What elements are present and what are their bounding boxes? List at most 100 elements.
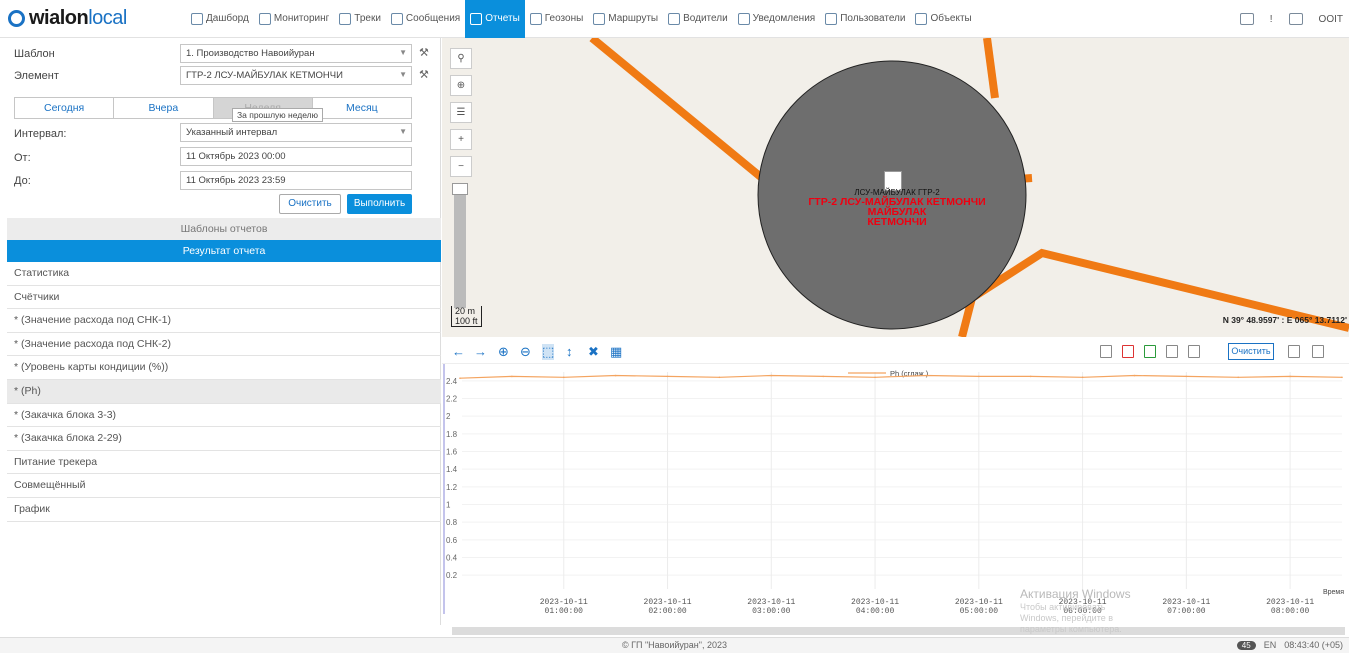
template-wrench-icon[interactable]: ⚒ (419, 46, 429, 59)
user-icon[interactable] (1288, 13, 1303, 25)
map-toggle-icon[interactable] (1288, 345, 1300, 358)
to-label: До: (14, 175, 31, 187)
data-point (614, 374, 617, 377)
nav-item-0[interactable]: Дашборд (186, 0, 254, 38)
nav-item-label: Треки (354, 13, 381, 24)
result-item[interactable]: График (7, 498, 441, 522)
chart-scrollbar[interactable] (452, 627, 1345, 635)
result-item[interactable]: * (Ph) (7, 379, 441, 404)
logo-text-wialon: wialon (29, 7, 89, 29)
report-result-section[interactable]: Результат отчета (7, 240, 441, 262)
map-location-icon[interactable]: ⊕ (450, 75, 472, 96)
from-date-input[interactable]: 11 Октябрь 2023 00:00 (180, 147, 412, 166)
result-item[interactable]: Статистика (7, 262, 441, 286)
result-item[interactable]: Счётчики (7, 286, 441, 310)
nav-item-label: Объекты (930, 13, 972, 24)
zoom-in-icon[interactable]: ⊕ (498, 344, 509, 360)
x-tick-date: 2023-10-11 (1266, 598, 1314, 607)
x-tick-date: 2023-10-11 (540, 598, 588, 607)
zoom-slider-handle[interactable] (452, 183, 468, 195)
nav-item-label: Геозоны (544, 13, 584, 24)
element-select[interactable]: ГТР-2 ЛСУ-МАЙБУЛАК КЕТМОНЧИ ▼ (180, 66, 412, 85)
result-item[interactable]: * (Значение расхода под СНК-1) (7, 309, 441, 333)
nav-item-6[interactable]: Маршруты (588, 0, 663, 38)
chart-clear-button[interactable]: Очистить (1228, 343, 1274, 360)
user-name[interactable]: OOIT (1319, 14, 1343, 25)
reports-panel: Шаблон 1. Производство Навоийуран ▼ ⚒ Эле… (0, 38, 441, 625)
x-tick-date: 2023-10-11 (1162, 598, 1210, 607)
map-view[interactable]: ЛСУ-МАЙБУЛАК ГТР-2 ГТР-2 ЛСУ-МАЙБУЛАК КЕ… (442, 38, 1349, 337)
unit-label: ЛСУ-МАЙБУЛАК ГТР-2 ГТР-2 ЛСУ-МАЙБУЛАК КЕ… (802, 188, 992, 227)
zoom-in-button[interactable]: + (450, 129, 472, 150)
period-tab-1[interactable]: Вчера (114, 98, 214, 118)
alert-icon[interactable]: ! (1270, 14, 1273, 25)
events-badge[interactable]: 45 (1236, 640, 1256, 650)
period-tab-0[interactable]: Сегодня (15, 98, 115, 118)
result-item[interactable]: Питание трекера (7, 451, 441, 475)
windows-activation-text: Чтобы активировать Windows, перейдите в … (1020, 602, 1122, 634)
fit-icon[interactable]: ✖ (588, 344, 599, 360)
arrow-right-icon[interactable]: → (474, 344, 487, 359)
x-tick-time: 01:00:00 (545, 607, 584, 616)
windows-activation-title: Активация Windows (1020, 587, 1131, 601)
print-icon[interactable] (1188, 345, 1200, 358)
chart-svg: 2.4 2.2 2 1.8 1.6 1.4 1.2 1 0.8 0.6 0.4 0.2 2023-10-… (443, 364, 1344, 616)
file-export-icon[interactable] (1166, 345, 1178, 358)
dashboard-icon (191, 12, 203, 25)
y-tick-label: 1.6 (446, 448, 458, 457)
geozones-icon (529, 12, 542, 25)
nav-item-3[interactable]: Сообщения (386, 0, 465, 38)
result-item[interactable]: * (Значение расхода под СНК-2) (7, 333, 441, 357)
nav-item-7[interactable]: Водители (663, 0, 733, 38)
result-item[interactable]: * (Закачка блока 3-3) (7, 404, 441, 428)
zoom-out-icon[interactable]: ⊖ (520, 344, 531, 360)
period-tab-3[interactable]: Месяц (313, 98, 411, 118)
data-point (822, 375, 824, 378)
language-selector[interactable]: EN (1264, 640, 1277, 650)
zoom-out-button[interactable]: − (450, 156, 472, 177)
zoom-slider[interactable] (452, 183, 468, 308)
x-axis-label: Время (1323, 589, 1344, 596)
drivers-icon (668, 12, 681, 25)
nav-item-10[interactable]: Объекты (910, 0, 976, 38)
nav-item-9[interactable]: Пользователи (820, 0, 910, 38)
to-date-input[interactable]: 11 Октябрь 2023 23:59 (180, 171, 412, 190)
chart-tools-icon[interactable] (1239, 13, 1254, 25)
wialon-logo[interactable]: wialon local (0, 7, 186, 30)
report-templates-section[interactable]: Шаблоны отчетов (7, 218, 441, 240)
grid-icon[interactable]: ▦ (610, 344, 622, 360)
excel-export-icon[interactable] (1144, 345, 1156, 358)
run-button[interactable]: Выполнить (347, 194, 412, 214)
template-select[interactable]: 1. Производство Навоийуран ▼ (180, 44, 412, 63)
interval-select[interactable]: Указанный интервал ▼ (180, 123, 412, 142)
data-point (718, 376, 721, 379)
result-item[interactable]: Совмещённый (7, 474, 441, 498)
result-item[interactable]: * (Закачка блока 2-29) (7, 427, 441, 451)
nav-item-4[interactable]: Отчеты (465, 0, 525, 38)
nav-item-8[interactable]: Уведомления (733, 0, 821, 38)
x-tick-time: 04:00:00 (856, 607, 895, 616)
template-select-value: 1. Производство Навоийуран (186, 48, 315, 59)
y-tick-label: 0.6 (446, 536, 458, 545)
table-export-icon[interactable] (1100, 345, 1112, 358)
pdf-export-icon[interactable] (1122, 345, 1134, 358)
map-layers-icon[interactable]: ☰ (450, 102, 472, 123)
nav-item-1[interactable]: Мониторинг (254, 0, 334, 38)
map-search-icon[interactable]: ⚲ (450, 48, 472, 69)
element-wrench-icon[interactable]: ⚒ (419, 68, 429, 81)
axis-icon[interactable]: ↕ (566, 344, 573, 359)
nav-item-label: Сообщения (405, 13, 461, 24)
nav-item-5[interactable]: Геозоны (525, 0, 589, 38)
clear-button[interactable]: Очистить (279, 194, 341, 214)
interval-select-value: Указанный интервал (186, 127, 278, 138)
scale-label-ft: 100 ft (455, 316, 478, 326)
result-item[interactable]: * (Уровень карты кондиции (%)) (7, 356, 441, 380)
y-tick-label: 0.8 (446, 518, 458, 527)
ph-chart[interactable]: 2.4 2.2 2 1.8 1.6 1.4 1.2 1 0.8 0.6 0.4 0.2 2023-10-… (442, 364, 1349, 626)
notifications-icon (737, 12, 750, 25)
x-tick-date: 2023-10-11 (644, 598, 692, 607)
arrow-left-icon[interactable]: ← (452, 344, 465, 359)
nav-item-2[interactable]: Треки (334, 0, 386, 38)
select-area-icon[interactable]: ⬚ (542, 344, 555, 360)
layout-toggle-icon[interactable] (1312, 345, 1324, 358)
